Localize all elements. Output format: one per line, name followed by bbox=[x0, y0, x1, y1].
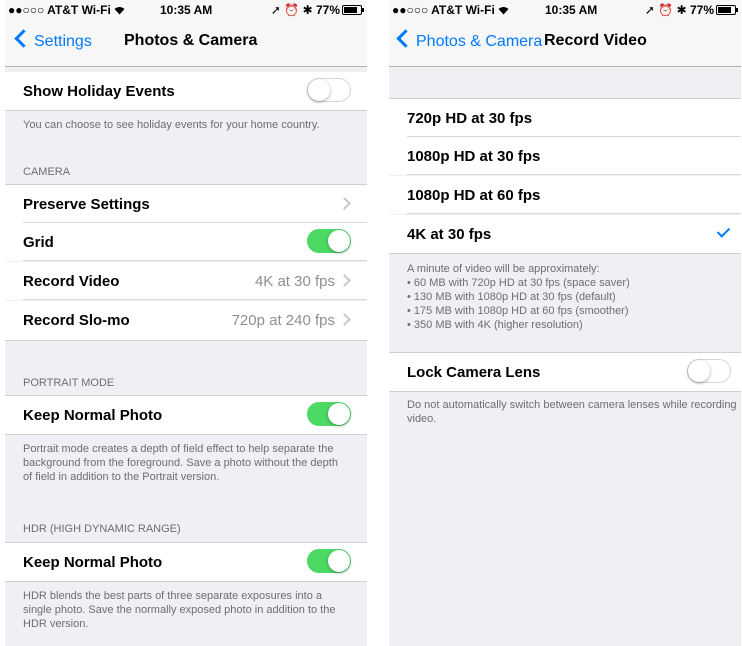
hdr-section-header: HDR (HIGH DYNAMIC RANGE) bbox=[23, 523, 181, 535]
toggle-knob bbox=[688, 360, 710, 382]
page-title: Photos & Camera bbox=[124, 32, 258, 49]
portrait-keep-normal-label: Keep Normal Photo bbox=[23, 407, 163, 424]
lock-camera-lens-row: Lock Camera Lens bbox=[389, 352, 741, 392]
record-video-screen: ●●○○○ AT&T Wi-Fi 10:35 AM ➚ ⏰ ✱ 77% Phot… bbox=[389, 0, 741, 646]
grid-row: Grid bbox=[5, 223, 367, 261]
status-time: 10:35 AM bbox=[545, 3, 598, 17]
holiday-footer: You can choose to see holiday events for… bbox=[23, 119, 320, 131]
lens-footer: Do not automatically switch between came… bbox=[407, 399, 737, 425]
size-info-line: • 130 MB with 1080p HD at 30 fps (defaul… bbox=[407, 291, 616, 303]
photos-camera-screen: ●●○○○ AT&T Wi-Fi 10:35 AM ➚ ⏰ ✱ 77% Sett… bbox=[5, 0, 367, 646]
carrier-label: ●●○○○ AT&T Wi-Fi bbox=[8, 3, 115, 17]
status-indicators: ➚ ⏰ ✱ 77% bbox=[644, 3, 714, 17]
option-4k30-row[interactable]: 4K at 30 fps bbox=[389, 215, 741, 254]
portrait-keep-normal-toggle[interactable] bbox=[307, 402, 351, 426]
portrait-keep-normal-row: Keep Normal Photo bbox=[5, 395, 367, 435]
back-button[interactable]: Photos & Camera bbox=[396, 29, 543, 51]
lock-camera-lens-label: Lock Camera Lens bbox=[407, 364, 541, 381]
lock-camera-lens-toggle[interactable] bbox=[687, 359, 731, 383]
record-slomo-row[interactable]: Record Slo-mo 720p at 240 fps bbox=[5, 301, 367, 341]
row-divider bbox=[407, 213, 741, 214]
option-label: 720p HD at 30 fps bbox=[407, 110, 533, 127]
holiday-events-toggle[interactable] bbox=[307, 78, 351, 102]
preserve-settings-label: Preserve Settings bbox=[23, 196, 150, 213]
holiday-events-label: Show Holiday Events bbox=[23, 83, 175, 100]
option-1080p60-row[interactable]: 1080p HD at 60 fps bbox=[389, 176, 741, 214]
row-divider bbox=[407, 174, 741, 175]
grid-toggle[interactable] bbox=[307, 229, 351, 253]
portrait-footer: Portrait mode creates a depth of field e… bbox=[23, 443, 338, 483]
hdr-footer: HDR blends the best parts of three separ… bbox=[23, 590, 336, 630]
hdr-keep-normal-label: Keep Normal Photo bbox=[23, 554, 163, 571]
chevron-right-icon bbox=[338, 197, 351, 210]
hdr-keep-normal-toggle[interactable] bbox=[307, 549, 351, 573]
size-info: A minute of video will be approximately:… bbox=[407, 262, 727, 332]
size-info-line: • 175 MB with 1080p HD at 60 fps (smooth… bbox=[407, 305, 629, 317]
carrier-label: ●●○○○ AT&T Wi-Fi bbox=[392, 3, 499, 17]
record-video-label: Record Video bbox=[23, 273, 120, 290]
option-label: 1080p HD at 30 fps bbox=[407, 148, 541, 165]
size-info-line: • 350 MB with 4K (higher resolution) bbox=[407, 319, 583, 331]
toggle-knob bbox=[308, 79, 330, 101]
portrait-section-header: PORTRAIT MODE bbox=[23, 377, 115, 389]
size-info-line: A minute of video will be approximately: bbox=[407, 263, 600, 275]
back-label: Settings bbox=[34, 33, 92, 50]
status-indicators: ➚ ⏰ ✱ 77% bbox=[270, 3, 340, 17]
option-720p-row[interactable]: 720p HD at 30 fps bbox=[389, 98, 741, 137]
navigation-bar: Settings Photos & Camera bbox=[5, 20, 367, 67]
holiday-events-row: Show Holiday Events bbox=[5, 72, 367, 111]
record-slomo-label: Record Slo-mo bbox=[23, 312, 130, 329]
status-bar: ●●○○○ AT&T Wi-Fi 10:35 AM ➚ ⏰ ✱ 77% bbox=[389, 0, 741, 20]
back-button[interactable]: Settings bbox=[14, 29, 92, 51]
wifi-icon bbox=[114, 7, 125, 15]
wifi-icon bbox=[498, 7, 509, 15]
option-label: 1080p HD at 60 fps bbox=[407, 187, 541, 204]
battery-icon bbox=[342, 5, 364, 15]
status-bar: ●●○○○ AT&T Wi-Fi 10:35 AM ➚ ⏰ ✱ 77% bbox=[5, 0, 367, 20]
page-title: Record Video bbox=[544, 32, 647, 49]
option-1080p30-row[interactable]: 1080p HD at 30 fps bbox=[389, 137, 741, 175]
record-slomo-value: 720p at 240 fps bbox=[231, 312, 335, 329]
back-label: Photos & Camera bbox=[416, 33, 543, 50]
record-video-value: 4K at 30 fps bbox=[254, 273, 335, 290]
chevron-right-icon bbox=[338, 274, 351, 287]
option-label: 4K at 30 fps bbox=[407, 226, 492, 243]
record-video-row[interactable]: Record Video 4K at 30 fps bbox=[5, 262, 367, 300]
preserve-settings-row[interactable]: Preserve Settings bbox=[5, 184, 367, 223]
navigation-bar: Photos & Camera Record Video bbox=[389, 20, 741, 67]
camera-section-header: CAMERA bbox=[23, 166, 71, 178]
battery-icon bbox=[716, 5, 738, 15]
chevron-right-icon bbox=[338, 313, 351, 326]
status-time: 10:35 AM bbox=[160, 3, 213, 17]
chevron-left-icon bbox=[14, 29, 33, 48]
toggle-knob bbox=[328, 550, 350, 572]
checkmark-icon bbox=[716, 224, 731, 238]
hdr-keep-normal-row: Keep Normal Photo bbox=[5, 542, 367, 582]
row-divider bbox=[23, 299, 367, 300]
toggle-knob bbox=[328, 403, 350, 425]
toggle-knob bbox=[328, 230, 350, 252]
grid-label: Grid bbox=[23, 234, 54, 251]
size-info-line: • 60 MB with 720p HD at 30 fps (space sa… bbox=[407, 277, 630, 289]
row-divider bbox=[23, 260, 367, 261]
chevron-left-icon bbox=[396, 29, 415, 48]
